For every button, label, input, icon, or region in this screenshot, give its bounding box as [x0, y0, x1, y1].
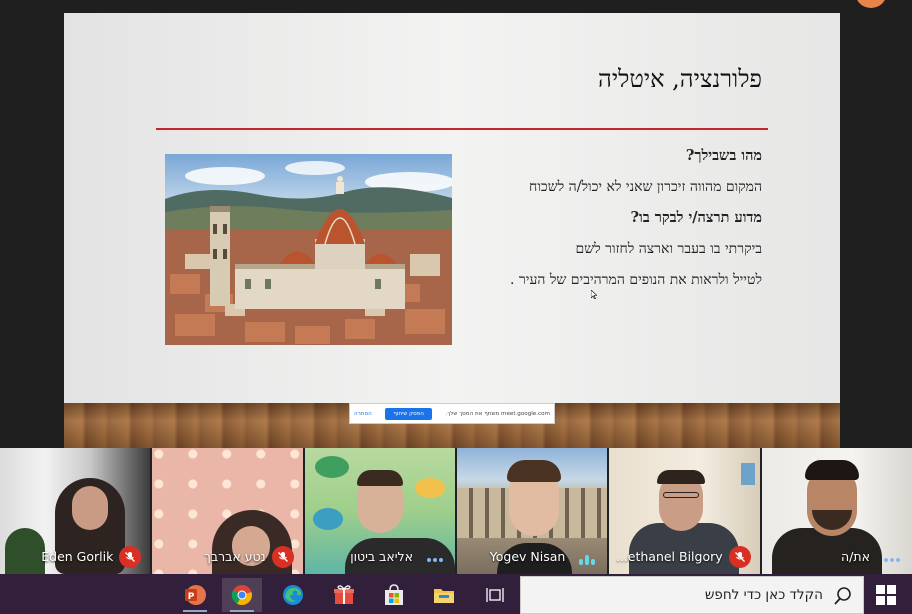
participant-tile[interactable]: נטע אברבך — [152, 448, 303, 574]
question-what-is-it: מהו בשבילך? — [685, 147, 762, 164]
answer-what-is-it: המקום מהווה זיכרון שאני לא יכול/ה לשכוח — [529, 179, 762, 195]
hide-share-bar-button[interactable]: הסתרה — [354, 411, 372, 417]
search-icon — [834, 587, 851, 605]
participant-tile[interactable]: Yogev Nisan — [456, 448, 608, 574]
answer-why-visit-2: לטייל ולראות את הנופים המרהיבים של העיר … — [510, 272, 762, 288]
participant-tile[interactable]: Eden Gorlik — [0, 448, 151, 574]
title-divider — [156, 128, 768, 130]
share-message: meet.google.com משתף את המסך שלך. — [445, 410, 550, 417]
participant-name: Eden Gorlik — [41, 549, 114, 564]
chrome-icon[interactable] — [222, 578, 262, 612]
svg-text:P: P — [188, 592, 195, 602]
participant-name: נטע אברבך — [204, 549, 266, 564]
slide: פלורנציה, איטליה מהו בשבילך? המקום מהווה… — [64, 13, 840, 403]
participant-tile[interactable]: את/ה — [761, 448, 912, 574]
participant-tile[interactable]: ...ethanel Bilgory — [609, 448, 760, 574]
more-options-icon[interactable] — [426, 558, 443, 562]
slide-title: פלורנציה, איטליה — [598, 65, 762, 93]
participant-name: ...ethanel Bilgory — [615, 549, 723, 564]
store-icon[interactable] — [374, 578, 414, 612]
participants-strip: Eden Gorlik נטע אברבך אליאב ביטון Yogev … — [0, 448, 912, 574]
mic-off-icon — [271, 546, 294, 568]
edge-icon[interactable] — [273, 578, 313, 612]
participant-name: Yogev Nisan — [489, 549, 566, 564]
question-why-visit: מדוע תרצה/י לבקר בו? — [630, 209, 762, 226]
file-explorer-icon[interactable] — [424, 578, 464, 612]
screen-share-bar: הסתרה הפסק שיתוף meet.google.com משתף את… — [349, 403, 555, 424]
presentation-stage: פלורנציה, איטליה מהו בשבילך? המקום מהווה… — [0, 0, 912, 448]
search-placeholder: הקלד כאן כדי לחפש — [704, 587, 823, 603]
florence-cathedral-photo — [165, 154, 452, 345]
task-view-icon[interactable] — [475, 578, 515, 612]
powerpoint-icon[interactable]: P — [175, 578, 215, 612]
more-options-icon[interactable] — [883, 558, 900, 562]
mic-off-icon — [728, 546, 751, 568]
mouse-cursor-icon — [591, 290, 597, 299]
participant-name: את/ה — [841, 549, 870, 564]
screen: פלורנציה, איטליה מהו בשבילך? המקום מהווה… — [0, 0, 912, 614]
stop-sharing-button[interactable]: הפסק שיתוף — [385, 407, 432, 420]
taskbar-search-input[interactable]: הקלד כאן כדי לחפש — [520, 576, 864, 614]
answer-why-visit-1: ביקרתי בו בעבר וארצה לחזור לשם — [575, 241, 762, 257]
speaking-indicator-icon — [579, 555, 596, 565]
slide-body: מהו בשבילך? המקום מהווה זיכרון שאני לא י… — [462, 146, 762, 301]
self-avatar-corner[interactable] — [855, 0, 887, 8]
participant-tile[interactable]: אליאב ביטון — [304, 448, 455, 574]
gift-icon[interactable] — [324, 578, 364, 612]
participant-name: אליאב ביטון — [350, 549, 413, 564]
windows-start-icon[interactable] — [876, 585, 896, 605]
